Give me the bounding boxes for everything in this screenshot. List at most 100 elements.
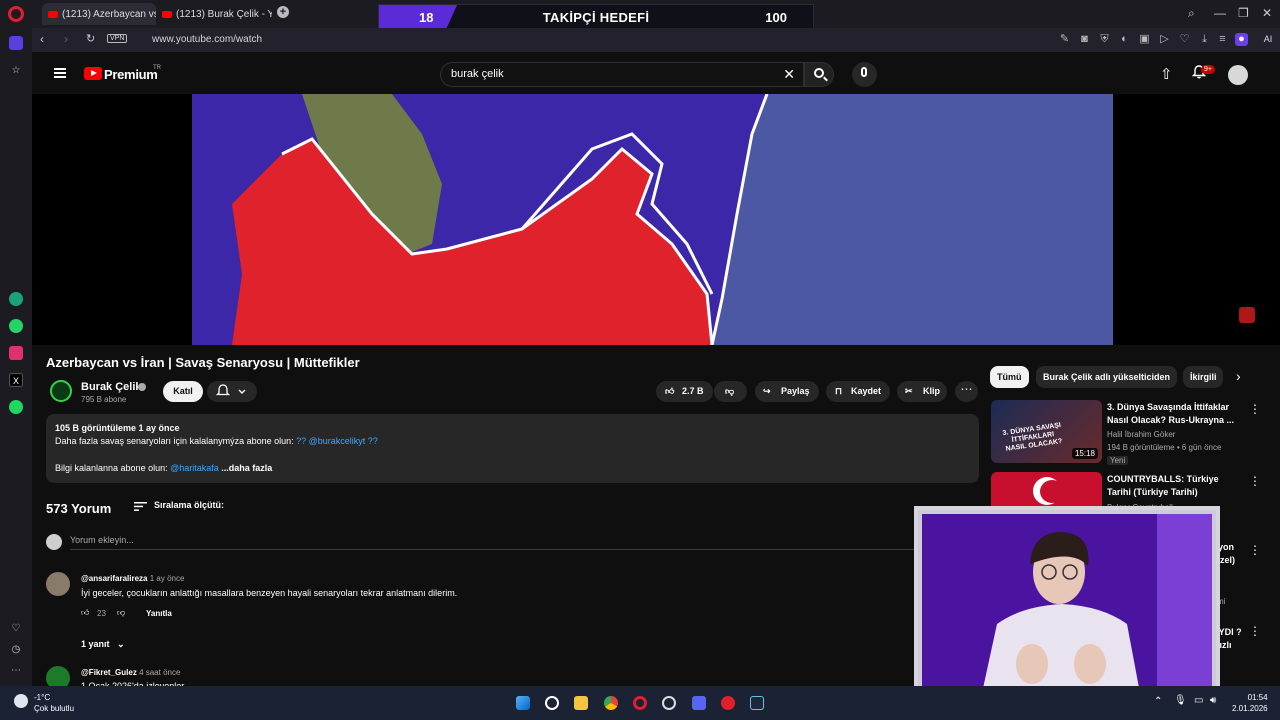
download-icon[interactable]: ⤓: [1198, 33, 1211, 46]
clip-button[interactable]: ✂ Klip: [897, 381, 947, 402]
microphone-tray-icon[interactable]: 🎙︎: [1174, 695, 1187, 706]
opera-logo-icon[interactable]: [8, 6, 24, 22]
search-box[interactable]: burak çelik ✕: [440, 62, 804, 87]
forward-icon[interactable]: ›: [64, 32, 68, 46]
tab-burak-celik[interactable]: (1213) Burak Çelik - YouTu: [156, 3, 272, 25]
like-button[interactable]: 👍︎ 2.7 B: [656, 381, 713, 402]
steam-icon[interactable]: [750, 696, 764, 710]
x-twitter-icon[interactable]: X: [9, 373, 23, 387]
account-avatar[interactable]: [1228, 65, 1248, 85]
search-button[interactable]: [804, 62, 834, 87]
recommended-title[interactable]: COUNTRYBALLS: Türkiye Tarihi (Türkiye Ta…: [1107, 473, 1242, 499]
chip-all[interactable]: Tümü: [990, 366, 1029, 388]
weather-widget[interactable]: -1°C Çok bulutlu: [34, 692, 74, 714]
recommended-menu-icon[interactable]: ⋮: [1249, 624, 1261, 638]
recording-icon[interactable]: [721, 696, 735, 710]
channel-link[interactable]: ?? @burakcelikyt ??: [296, 436, 378, 446]
more-icon[interactable]: ⋯: [9, 664, 23, 678]
spotify-icon[interactable]: [9, 400, 23, 414]
vpn-badge[interactable]: VPN: [107, 34, 128, 43]
chatgpt-taskbar-icon[interactable]: [662, 696, 676, 710]
second-channel-link[interactable]: @haritakafa: [170, 463, 219, 473]
chrome-icon[interactable]: [604, 696, 618, 710]
comment-author[interactable]: @ansarifaralireza 1 ay önce: [81, 574, 184, 583]
video-player[interactable]: [32, 94, 1280, 345]
save-button[interactable]: ⊓ Kaydet: [826, 381, 890, 402]
channel-avatar[interactable]: [50, 380, 72, 402]
youtube-premium-label[interactable]: Premium: [104, 67, 158, 82]
join-button[interactable]: Katıl: [163, 381, 203, 402]
network-icon[interactable]: ▭: [1194, 695, 1203, 706]
windows-start-icon[interactable]: [516, 696, 530, 710]
search-input[interactable]: burak çelik: [451, 68, 504, 80]
opera-taskbar-icon[interactable]: [633, 696, 647, 710]
chevron-right-icon[interactable]: ›: [1236, 368, 1241, 384]
ai-button[interactable]: AI: [1258, 33, 1278, 46]
voice-search-button[interactable]: [852, 62, 877, 87]
replies-toggle[interactable]: 1 yanıt ⌄: [81, 639, 125, 650]
close-window-button[interactable]: ✕: [1262, 6, 1272, 20]
comment-author-handle[interactable]: @Fikret_Gulez: [81, 668, 137, 677]
channel-watermark-icon[interactable]: [1239, 307, 1255, 323]
new-tab-button[interactable]: +: [277, 6, 289, 18]
reload-icon[interactable]: ↻: [86, 32, 95, 45]
recommended-menu-icon[interactable]: ⋮: [1249, 543, 1261, 557]
reply-button[interactable]: Yanıtla: [146, 609, 172, 618]
subscribed-bell-button[interactable]: [207, 381, 257, 402]
clear-search-icon[interactable]: ✕: [783, 66, 795, 83]
show-more-link[interactable]: ...daha fazla: [221, 463, 272, 473]
instagram-icon[interactable]: [9, 346, 23, 360]
taskbar-search-icon[interactable]: [545, 696, 559, 710]
add-comment-input[interactable]: Yorum ekleyin...: [70, 535, 134, 545]
tab-azerbaycan[interactable]: (1213) Azerbaycan vs İran: [42, 3, 156, 25]
discord-icon[interactable]: [692, 696, 706, 710]
maximize-button[interactable]: ❐: [1238, 6, 1249, 20]
clock[interactable]: 01:54 2.01.2026: [1232, 692, 1268, 714]
favorites-heart-icon[interactable]: ♡: [1178, 33, 1191, 46]
tray-chevron-icon[interactable]: ⌃: [1154, 696, 1162, 707]
recommended-menu-icon[interactable]: ⋮: [1249, 402, 1261, 416]
url-field[interactable]: www.youtube.com/watch: [152, 34, 262, 45]
recommended-channel[interactable]: Halil İbrahim Göker: [1107, 430, 1175, 439]
recommended-title[interactable]: 3. Dünya Savaşında İttifaklar Nasıl Olac…: [1107, 401, 1242, 427]
minimize-button[interactable]: —: [1214, 6, 1226, 20]
comment-like-icon[interactable]: 👍︎: [81, 608, 89, 618]
upload-icon[interactable]: ⇧: [1160, 65, 1173, 83]
comment-author[interactable]: @Fikret_Gulez 4 saat önce: [81, 668, 180, 677]
heart-icon[interactable]: ♡: [9, 622, 23, 636]
sort-icon[interactable]: [134, 502, 147, 511]
comment-dislike-icon[interactable]: 👎︎: [117, 608, 125, 618]
home-icon[interactable]: [9, 36, 23, 50]
camera-icon[interactable]: ◙: [1078, 33, 1091, 46]
description-box[interactable]: 105 B görüntüleme 1 ay önce Daha fazla s…: [46, 414, 979, 483]
chip-related[interactable]: İkirgili: [1183, 366, 1223, 388]
hamburger-menu-icon[interactable]: [54, 68, 66, 78]
cube-icon[interactable]: ▣: [1138, 33, 1151, 46]
chip-from-uploader[interactable]: Burak Çelik adlı yükselticiden: [1036, 366, 1178, 388]
recommended-thumbnail[interactable]: 3. DÜNYA SAVAŞI İTTİFAKLARI NASIL OLACAK…: [991, 400, 1102, 463]
profile-icon[interactable]: ●: [1235, 33, 1248, 46]
dislike-button[interactable]: 👎︎: [714, 381, 747, 402]
share-button[interactable]: ↪ Paylaş: [755, 381, 819, 402]
more-actions-button[interactable]: ⋯: [955, 381, 978, 402]
comment-avatar[interactable]: [46, 572, 70, 596]
volume-icon[interactable]: 🔊︎: [1210, 695, 1216, 706]
sort-label[interactable]: Sıralama ölçütü:: [154, 500, 224, 510]
whatsapp-icon[interactable]: [9, 319, 23, 333]
shield-icon[interactable]: ⛨: [1098, 33, 1111, 46]
file-explorer-icon[interactable]: [574, 696, 588, 710]
edit-icon[interactable]: ✎: [1058, 33, 1071, 46]
back-icon[interactable]: ‹: [40, 32, 44, 46]
chatgpt-icon[interactable]: [9, 292, 23, 306]
browser-search-icon[interactable]: ⌕: [1188, 6, 1195, 21]
history-icon[interactable]: ◷: [9, 643, 23, 657]
play-icon[interactable]: ▷: [1158, 33, 1171, 46]
menu-lines-icon[interactable]: ≡: [1216, 33, 1229, 46]
youtube-logo-icon[interactable]: [84, 67, 102, 80]
comment-author-handle[interactable]: @ansarifaralireza: [81, 574, 148, 583]
weather-icon[interactable]: [14, 694, 28, 708]
recommended-menu-icon[interactable]: ⋮: [1249, 474, 1261, 488]
extension-icon[interactable]: ◐: [1118, 33, 1131, 46]
channel-name[interactable]: Burak Çelik: [81, 381, 142, 393]
star-icon[interactable]: ☆: [9, 64, 23, 78]
